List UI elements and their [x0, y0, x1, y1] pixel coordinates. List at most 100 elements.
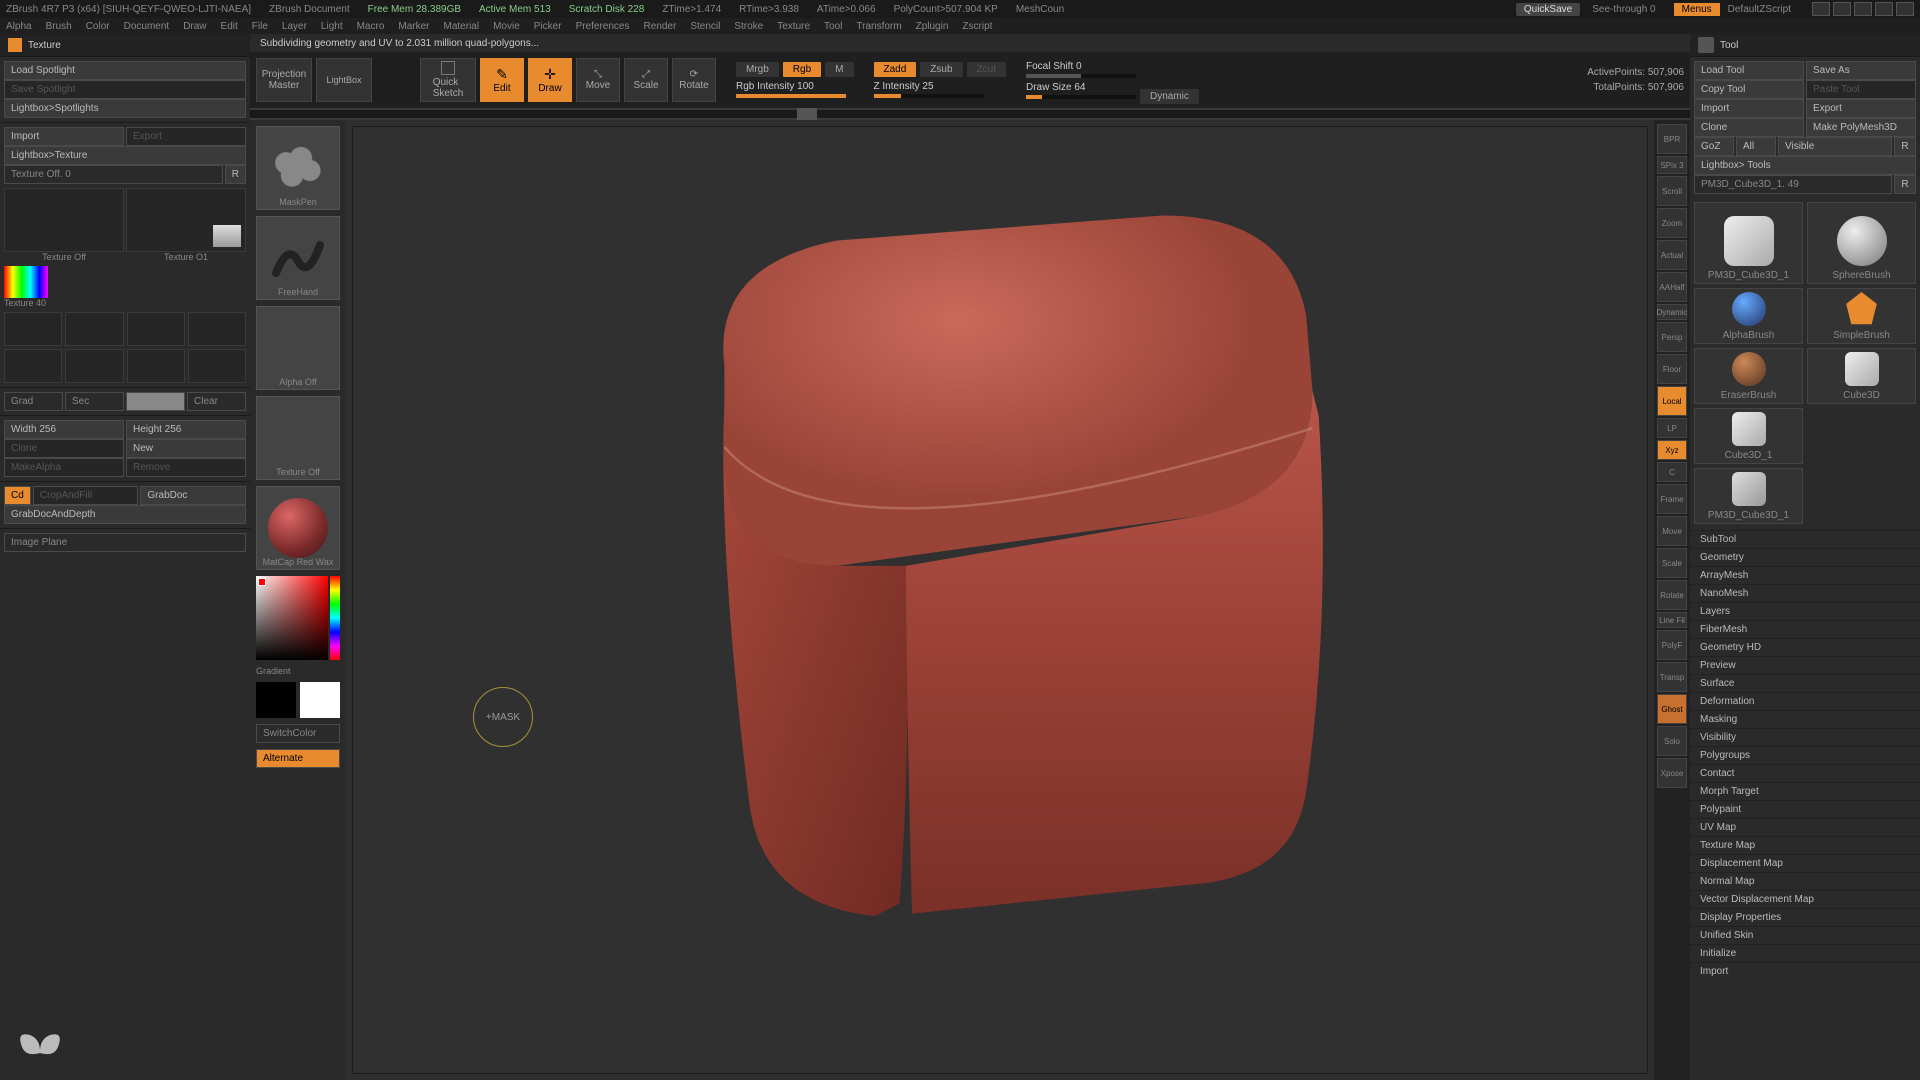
persp-button[interactable]: Persp: [1657, 322, 1687, 352]
swatch-black[interactable]: [256, 682, 296, 718]
alpha-thumb[interactable]: Alpha Off: [256, 306, 340, 390]
height-slider[interactable]: Height 256: [126, 420, 246, 439]
tex-tool-4[interactable]: [188, 312, 246, 346]
tex-tool-2[interactable]: [65, 312, 123, 346]
section-uvmap[interactable]: UV Map: [1690, 818, 1920, 836]
new-button[interactable]: New: [126, 439, 246, 458]
tool-item-3[interactable]: SimpleBrush: [1807, 288, 1916, 344]
rotate-button[interactable]: ⟳Rotate: [672, 58, 716, 102]
actual-button[interactable]: Actual: [1657, 240, 1687, 270]
section-subtool[interactable]: SubTool: [1690, 530, 1920, 548]
menu-alpha[interactable]: Alpha: [6, 21, 32, 32]
tool-item-4[interactable]: EraserBrush: [1694, 348, 1803, 404]
aahalf-button[interactable]: AAHalf: [1657, 272, 1687, 302]
xpose-button[interactable]: Xpose: [1657, 758, 1687, 788]
section-import[interactable]: Import: [1690, 962, 1920, 980]
tool-item-0[interactable]: PM3D_Cube3D_1: [1694, 202, 1803, 284]
tex-tool-8[interactable]: [188, 349, 246, 383]
local-button[interactable]: Local: [1657, 386, 1687, 416]
menu-texture[interactable]: Texture: [777, 21, 810, 32]
section-morphtarget[interactable]: Morph Target: [1690, 782, 1920, 800]
focal-shift-slider[interactable]: Focal Shift 0: [1026, 61, 1136, 78]
maximize-icon[interactable]: [1854, 2, 1872, 16]
gradient-label[interactable]: Gradient: [256, 666, 340, 676]
menu-stroke[interactable]: Stroke: [734, 21, 763, 32]
sec-button[interactable]: Sec: [65, 392, 124, 411]
hue-bar[interactable]: [330, 576, 340, 660]
current-tool-label[interactable]: PM3D_Cube3D_1. 49: [1694, 175, 1892, 194]
zsub-button[interactable]: Zsub: [920, 62, 962, 77]
stroke-thumb[interactable]: FreeHand: [256, 216, 340, 300]
color-spectrum-icon[interactable]: [4, 266, 48, 298]
section-nanomesh[interactable]: NanoMesh: [1690, 584, 1920, 602]
transp-button[interactable]: Transp: [1657, 662, 1687, 692]
spix-button[interactable]: SPix 3: [1657, 156, 1687, 174]
swatch-white[interactable]: [300, 682, 340, 718]
menu-brush[interactable]: Brush: [46, 21, 72, 32]
menu-color[interactable]: Color: [86, 21, 110, 32]
rotate-view-button[interactable]: Rotate: [1657, 580, 1687, 610]
goz-r-button[interactable]: R: [1894, 137, 1916, 156]
menu-draw[interactable]: Draw: [183, 21, 206, 32]
section-polygroups[interactable]: Polygroups: [1690, 746, 1920, 764]
menu-tool[interactable]: Tool: [824, 21, 842, 32]
float-icon[interactable]: [1875, 2, 1893, 16]
save-as-button[interactable]: Save As: [1806, 61, 1916, 80]
menu-movie[interactable]: Movie: [493, 21, 520, 32]
move-button[interactable]: ⤡Move: [576, 58, 620, 102]
canvas-scrollbar[interactable]: [250, 110, 1690, 118]
texture-off-label[interactable]: Texture Off. 0: [4, 165, 223, 184]
section-arraymesh[interactable]: ArrayMesh: [1690, 566, 1920, 584]
draw-button[interactable]: ✛Draw: [528, 58, 572, 102]
tex-tool-3[interactable]: [127, 312, 185, 346]
tex-tool-5[interactable]: [4, 349, 62, 383]
section-unifiedskin[interactable]: Unified Skin: [1690, 926, 1920, 944]
menu-render[interactable]: Render: [644, 21, 677, 32]
zoom-button[interactable]: Zoom: [1657, 208, 1687, 238]
menu-stencil[interactable]: Stencil: [690, 21, 720, 32]
tool-item-1[interactable]: SphereBrush: [1807, 202, 1916, 284]
menu-preferences[interactable]: Preferences: [576, 21, 630, 32]
menu-material[interactable]: Material: [444, 21, 480, 32]
menu-light[interactable]: Light: [321, 21, 343, 32]
menu-layer[interactable]: Layer: [282, 21, 307, 32]
brush-thumb[interactable]: MaskPen: [256, 126, 340, 210]
copy-tool-button[interactable]: Copy Tool: [1694, 80, 1804, 99]
dynamic-toggle[interactable]: Dynamic: [1657, 304, 1687, 320]
tex-tool-6[interactable]: [65, 349, 123, 383]
alternate-button[interactable]: Alternate: [256, 749, 340, 768]
tool-item-7[interactable]: PM3D_Cube3D_1: [1694, 468, 1803, 524]
menu-zscript[interactable]: Zscript: [962, 21, 992, 32]
make-polymesh-button[interactable]: Make PolyMesh3D: [1806, 118, 1916, 137]
dynamic-button[interactable]: Dynamic: [1140, 89, 1199, 104]
load-spotlight-button[interactable]: Load Spotlight: [4, 61, 246, 80]
goz-all-button[interactable]: All: [1736, 137, 1776, 156]
section-contact[interactable]: Contact: [1690, 764, 1920, 782]
window-help-icon[interactable]: [1812, 2, 1830, 16]
draw-size-slider[interactable]: Draw Size 64: [1026, 82, 1136, 99]
scroll-button[interactable]: Scroll: [1657, 176, 1687, 206]
section-displayprops[interactable]: Display Properties: [1690, 908, 1920, 926]
close-icon[interactable]: [1896, 2, 1914, 16]
section-fibermesh[interactable]: FiberMesh: [1690, 620, 1920, 638]
section-masking[interactable]: Masking: [1690, 710, 1920, 728]
texture-thumb[interactable]: Texture Off: [256, 396, 340, 480]
projection-master-button[interactable]: Projection Master: [256, 58, 312, 102]
grabdocdepth-button[interactable]: GrabDocAndDepth: [4, 505, 246, 524]
menu-transform[interactable]: Transform: [856, 21, 901, 32]
material-thumb[interactable]: MatCap Red Wax: [256, 486, 340, 570]
texture-slot-main[interactable]: [4, 188, 124, 252]
scale-button[interactable]: ⤢Scale: [624, 58, 668, 102]
section-surface[interactable]: Surface: [1690, 674, 1920, 692]
section-visibility[interactable]: Visibility: [1690, 728, 1920, 746]
menu-edit[interactable]: Edit: [221, 21, 238, 32]
section-normalmap[interactable]: Normal Map: [1690, 872, 1920, 890]
section-preview[interactable]: Preview: [1690, 656, 1920, 674]
quick-sketch-button[interactable]: Quick Sketch: [420, 58, 476, 102]
goz-visible-button[interactable]: Visible: [1778, 137, 1892, 156]
tool-r-button[interactable]: R: [1894, 175, 1916, 194]
texture-r-button[interactable]: R: [225, 165, 246, 184]
tool-item-5[interactable]: Cube3D: [1807, 348, 1916, 404]
tool-item-2[interactable]: AlphaBrush: [1694, 288, 1803, 344]
color-picker[interactable]: [256, 576, 328, 660]
